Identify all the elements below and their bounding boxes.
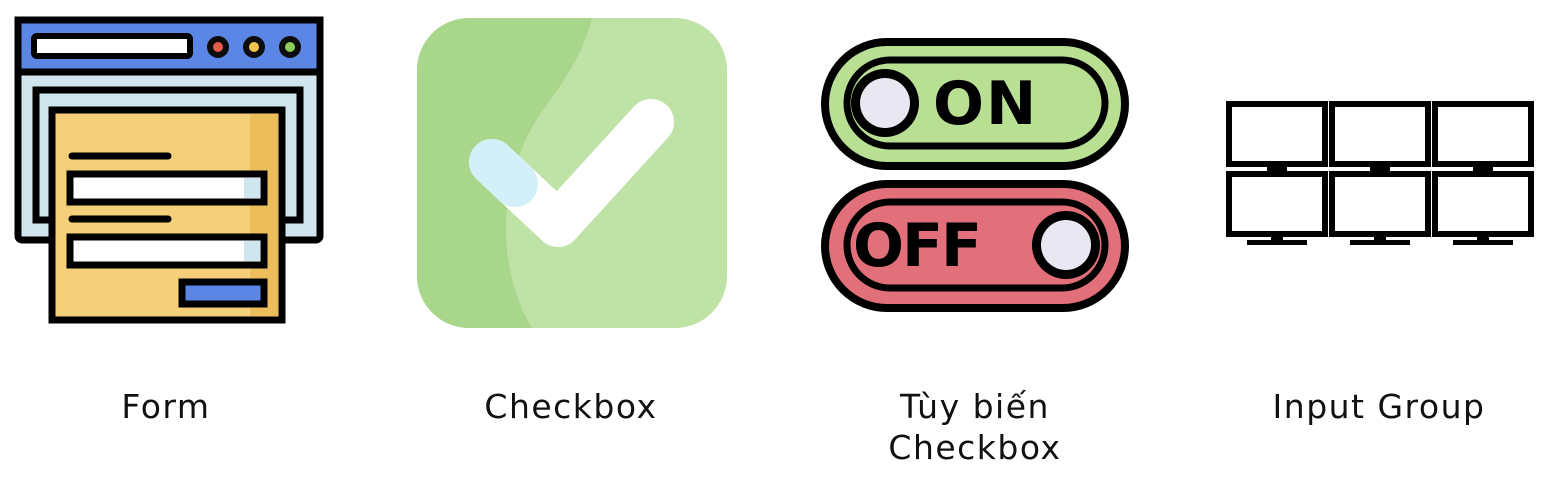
form-tile[interactable]: Form [0,0,346,492]
toggle-off-text: OFF [853,211,982,281]
on-off-toggle-icon: ON OFF [821,38,1133,312]
toggle-on-text: ON [933,69,1039,139]
custom-checkbox-label: Tùy biến Checkbox [888,387,1062,467]
form-label: Form [121,387,211,426]
input-group-tile[interactable]: Input Group [1199,0,1559,492]
checkmark-icon [417,18,727,328]
form-window-icon [14,16,324,324]
checkbox-tile[interactable]: Checkbox [391,0,751,492]
component-gallery: Form Checkbox ON OFF Tùy biến Checkbox I… [0,0,1560,492]
monitor-grid-icon [1226,101,1534,245]
custom-checkbox-tile[interactable]: ON OFF Tùy biến Checkbox [795,0,1155,492]
input-group-label: Input Group [1272,387,1486,426]
checkbox-label: Checkbox [484,387,658,426]
